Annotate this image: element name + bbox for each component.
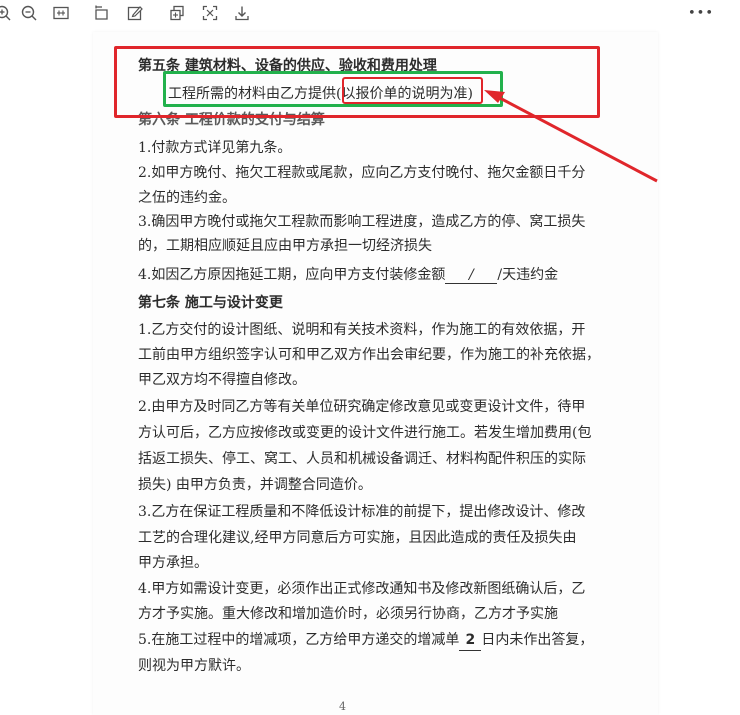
red-arrow xyxy=(484,90,658,183)
